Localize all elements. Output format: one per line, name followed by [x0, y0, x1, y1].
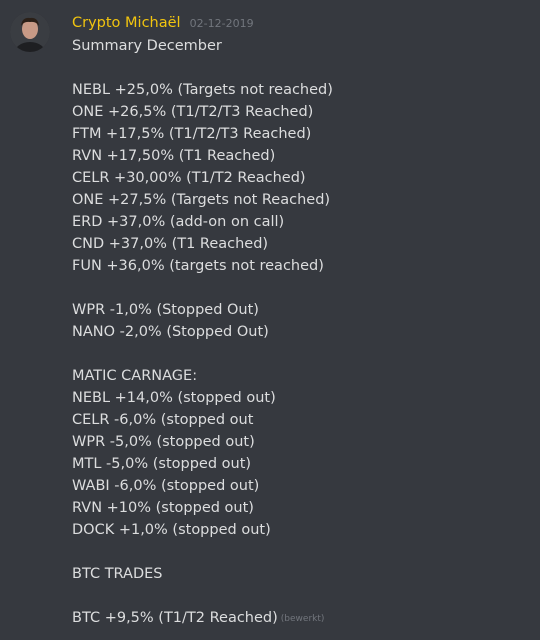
message-line: NEBL +14,0% (stopped out) — [72, 387, 532, 409]
message-line: NEBL +25,0% (Targets not reached) — [72, 79, 532, 101]
message-line-text: FUN +36,0% (targets not reached) — [72, 258, 324, 274]
avatar[interactable] — [10, 12, 50, 52]
message-line: CND +37,0% (T1 Reached) — [72, 233, 532, 255]
message-line: ERD +37,0% (add-on on call) — [72, 211, 532, 233]
message-line-text: CND +37,0% (T1 Reached) — [72, 236, 269, 252]
message-line-text: RVN +17,50% (T1 Reached) — [72, 148, 276, 164]
message-line-text: NEBL +14,0% (stopped out) — [72, 390, 276, 406]
message-line-text: Summary December — [72, 38, 222, 54]
message-line: BTC TRADES — [72, 563, 532, 585]
message-line-text: ONE +27,5% (Targets not Reached) — [72, 192, 331, 208]
message-line: BTC +9,5% (T1/T2 Reached) (bewerkt) — [72, 607, 532, 629]
message-line-text: CELR +30,00% (T1/T2 Reached) — [72, 170, 306, 186]
message-line: RVN +10% (stopped out) — [72, 497, 532, 519]
message-line-text: WPR -5,0% (stopped out) — [72, 434, 255, 450]
message-timestamp: 02-12-2019 — [189, 17, 254, 30]
message-line: FUN +36,0% (targets not reached) — [72, 255, 532, 277]
message-line: MTL -5,0% (stopped out) — [72, 453, 532, 475]
message-line: WPR -5,0% (stopped out) — [72, 431, 532, 453]
message-line-text: MTL -5,0% (stopped out) — [72, 456, 252, 472]
message-line: ONE +27,5% (Targets not Reached) — [72, 189, 532, 211]
message-line: ONE +26,5% (T1/T2/T3 Reached) — [72, 101, 532, 123]
message-line-text: WPR -1,0% (Stopped Out) — [72, 302, 259, 318]
message-line: MATIC CARNAGE: — [72, 365, 532, 387]
message-line: Summary December — [72, 35, 532, 57]
author-name[interactable]: Crypto Michaël — [72, 15, 181, 31]
message-line: WPR -1,0% (Stopped Out) — [72, 299, 532, 321]
message-line-text: ONE +26,5% (T1/T2/T3 Reached) — [72, 104, 314, 120]
message-line: NANO -2,0% (Stopped Out) — [72, 321, 532, 343]
message-line: CELR +30,00% (T1/T2 Reached) — [72, 167, 532, 189]
message-line-text: WABI -6,0% (stopped out) — [72, 478, 260, 494]
message-line-text: MATIC CARNAGE: — [72, 368, 198, 384]
message-line-text: CELR -6,0% (stopped out — [72, 412, 254, 428]
message-line: RVN +17,50% (T1 Reached) — [72, 145, 532, 167]
message-line-text: BTC TRADES — [72, 566, 163, 582]
message-line-text: DOCK +1,0% (stopped out) — [72, 522, 271, 538]
edited-label: (bewerkt) — [280, 614, 325, 624]
message-line-text: NEBL +25,0% (Targets not reached) — [72, 82, 333, 98]
message-line-text: NANO -2,0% (Stopped Out) — [72, 324, 269, 340]
message-line-text: FTM +17,5% (T1/T2/T3 Reached) — [72, 126, 312, 142]
message-line-text: RVN +10% (stopped out) — [72, 500, 254, 516]
message-line: DOCK +1,0% (stopped out) — [72, 519, 532, 541]
message-line: WABI -6,0% (stopped out) — [72, 475, 532, 497]
message-content: Summary December NEBL +25,0% (Targets not… — [72, 35, 532, 629]
chat-message: Crypto Michaël 02-12-2019 Summary Decemb… — [0, 0, 540, 640]
message-header: Crypto Michaël 02-12-2019 — [72, 12, 254, 31]
message-line-text: BTC +9,5% (T1/T2 Reached) — [72, 610, 278, 626]
message-line-text: ERD +37,0% (add-on on call) — [72, 214, 285, 230]
message-line: FTM +17,5% (T1/T2/T3 Reached) — [72, 123, 532, 145]
message-line: CELR -6,0% (stopped out — [72, 409, 532, 431]
